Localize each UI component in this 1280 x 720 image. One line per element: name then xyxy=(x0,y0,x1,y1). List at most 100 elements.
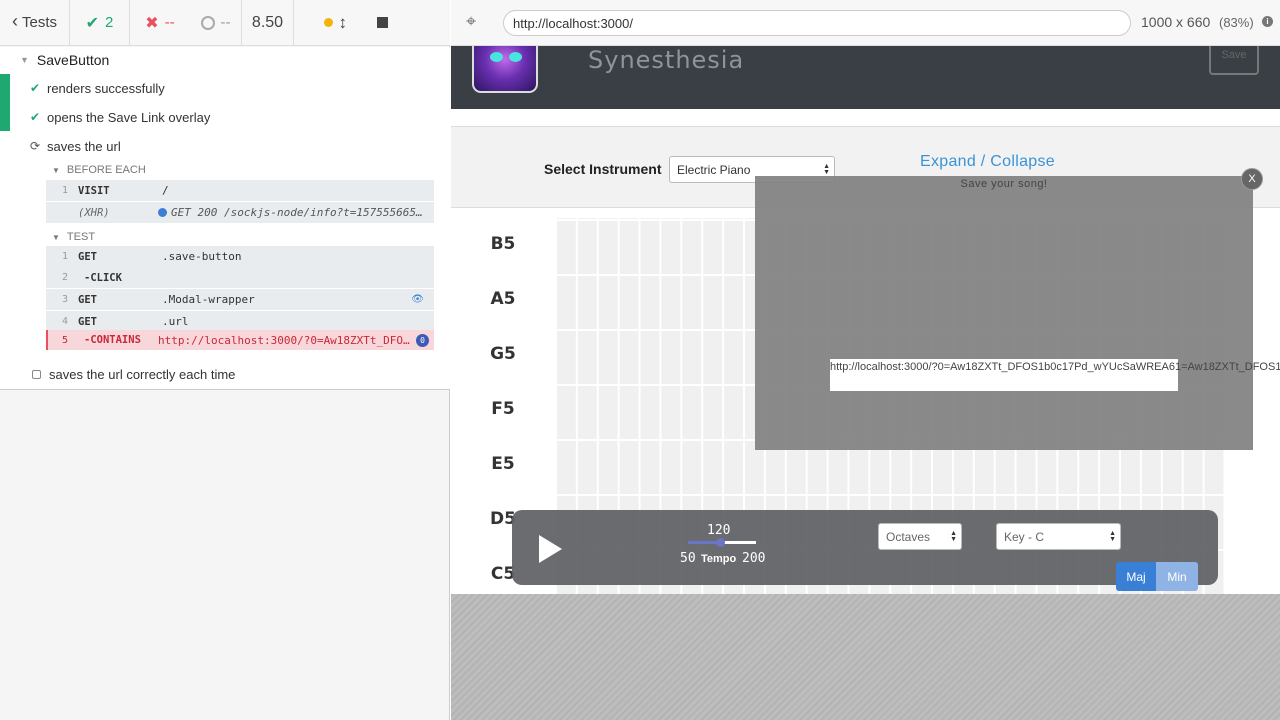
play-button[interactable] xyxy=(539,535,562,563)
x-icon: ✖ xyxy=(145,14,159,32)
command-row[interactable]: 3 GET .Modal-wrapper 👁 xyxy=(46,289,434,310)
command-name: (XHR) xyxy=(78,206,110,219)
save-button-label: Save xyxy=(1221,48,1247,61)
expand-collapse-link[interactable]: Expand / Collapse xyxy=(920,153,1055,171)
url-text: http://localhost:3000/ xyxy=(513,15,633,31)
note-label: A5 xyxy=(490,289,516,309)
test-title: renders successfully xyxy=(47,80,165,96)
select-arrows-icon: ▲ ▼ xyxy=(823,162,830,176)
command-number: 4 xyxy=(61,316,68,327)
instrument-select-value: Electric Piano xyxy=(677,162,751,177)
command-name: -CLICK xyxy=(84,271,122,284)
test-item[interactable]: ✔ renders successfully xyxy=(30,79,165,97)
passed-count: 2 xyxy=(105,14,114,31)
refresh-icon: ⟳ xyxy=(30,139,41,153)
command-row-xhr[interactable]: (XHR) GET 200 /sockjs-node/info?t=157555… xyxy=(46,202,434,223)
note-label: F5 xyxy=(491,399,515,419)
major-toggle[interactable]: Maj xyxy=(1116,562,1156,591)
select-arrows-icon: ▲ ▼ xyxy=(950,529,957,543)
back-label: Tests xyxy=(21,14,57,31)
tempo-slider-thumb[interactable] xyxy=(715,538,725,547)
caret-down-icon: ▼ xyxy=(52,232,60,242)
command-name: -CONTAINS xyxy=(84,334,141,346)
tempo-slider[interactable] xyxy=(688,538,756,547)
passed-stats[interactable]: ✔ 2 xyxy=(70,0,130,46)
test-title: opens the Save Link overlay xyxy=(47,109,211,125)
test-item-pending[interactable]: saves the url correctly each time xyxy=(32,365,235,383)
test-body-hook[interactable]: ▼ TEST xyxy=(52,230,95,244)
app-header: Synesthesia Save xyxy=(451,46,1280,109)
note-label: B5 xyxy=(490,234,516,254)
command-row[interactable]: 4 GET .url xyxy=(46,311,434,332)
close-icon: X xyxy=(1248,173,1256,185)
selector-playground-icon[interactable]: ⌖ xyxy=(466,11,476,32)
command-number: 1 xyxy=(61,185,68,196)
before-each-hook[interactable]: ▼ BEFORE EACH xyxy=(52,163,146,177)
caret-down-icon: ▼ xyxy=(52,165,60,175)
url[interactable]: http://localhost:3000/?0=Aw18ZXTt_DFOS1b… xyxy=(830,359,1280,391)
minor-toggle-label: Min xyxy=(1167,569,1187,584)
test-title: saves the url correctly each time xyxy=(49,366,236,382)
chevron-left-icon: ‹ xyxy=(11,11,18,31)
suite-title-label: SaveButton xyxy=(36,52,110,68)
save-modal: Save your song! X http://localhost:3000/… xyxy=(755,168,1280,450)
check-icon: ✔ xyxy=(30,81,41,95)
test-title: saves the url xyxy=(47,138,121,154)
minor-toggle[interactable]: Min xyxy=(1156,562,1198,591)
command-number: 1 xyxy=(61,251,68,262)
test-item-running[interactable]: ⟳ saves the url xyxy=(30,137,121,155)
command-row-failed[interactable]: 5 -CONTAINS http://localhost:3000/?0=Aw1… xyxy=(46,330,434,350)
command-message: .url xyxy=(162,315,189,328)
info-icon[interactable]: i xyxy=(1262,16,1273,27)
note-label: E5 xyxy=(491,454,515,474)
command-number: 2 xyxy=(61,272,68,283)
check-icon: ✔ xyxy=(85,14,100,32)
back-to-tests-button[interactable]: ‹ Tests xyxy=(0,0,70,46)
xhr-dot-icon xyxy=(158,208,167,217)
running-dot-icon xyxy=(323,18,333,27)
pending-stats[interactable]: -- xyxy=(190,0,242,46)
app-logo xyxy=(472,46,538,93)
runner-header: ‹ Tests ✔ 2 ✖ -- -- 8.50 ↕ xyxy=(0,0,450,46)
match-count-badge: 0 xyxy=(416,333,429,347)
command-message: / xyxy=(162,184,169,197)
tempo-label: Tempo xyxy=(701,553,737,565)
modal-title: Save your song! xyxy=(960,178,1048,190)
passed-indicator xyxy=(0,74,10,131)
tempo-min: 50 xyxy=(680,551,696,566)
url-bar: ⌖ http://localhost:3000/ 1000 x 660 (83%… xyxy=(451,0,1280,46)
url-display[interactable]: http://localhost:3000/ xyxy=(503,10,1131,36)
key-select-value: Key - C xyxy=(1004,529,1045,544)
eye-slash-icon: 👁 xyxy=(411,294,424,305)
note-label: G5 xyxy=(490,344,516,364)
command-name: GET xyxy=(78,315,97,328)
scroll-toggle-icon[interactable]: ↕ xyxy=(339,13,348,33)
command-name: VISIT xyxy=(78,184,110,197)
failed-count: -- xyxy=(164,14,175,31)
playback-controls: 120 50 Tempo 200 Octaves ▲ ▼ Key - C ▲ ▼ M… xyxy=(512,510,1218,591)
command-message: .save-button xyxy=(162,250,242,263)
test-runner-panel: ‹ Tests ✔ 2 ✖ -- -- 8.50 ↕ ▼ SaveButton … xyxy=(0,0,450,720)
major-toggle-label: Maj xyxy=(1126,569,1146,584)
command-message: .Modal-wrapper xyxy=(162,293,255,306)
modal-close-button[interactable]: X xyxy=(1241,168,1263,190)
command-message: http://localhost:3000/?0=Aw18ZXTt_DFOS1b… xyxy=(158,333,416,347)
command-row[interactable]: 1 VISIT / xyxy=(46,180,434,201)
circle-pending-icon xyxy=(200,15,215,30)
stop-button[interactable] xyxy=(377,17,388,28)
failed-stats[interactable]: ✖ -- xyxy=(130,0,190,46)
test-item[interactable]: ✔ opens the Save Link overlay xyxy=(30,108,210,126)
select-instrument-label: Select Instrument xyxy=(544,161,662,177)
command-row[interactable]: 2 -CLICK xyxy=(46,267,434,288)
pending-count: -- xyxy=(220,14,231,31)
duration: 8.50 xyxy=(242,0,294,46)
tempo-value: 120 xyxy=(707,523,731,538)
command-row[interactable]: 1 GET .save-button xyxy=(46,246,434,267)
check-icon: ✔ xyxy=(30,110,41,124)
header-controls: ↕ xyxy=(294,0,394,46)
save-button[interactable]: Save xyxy=(1209,46,1259,75)
suite-title[interactable]: ▼ SaveButton xyxy=(20,51,109,69)
octaves-select[interactable]: Octaves ▲ ▼ xyxy=(878,523,962,550)
key-select[interactable]: Key - C ▲ ▼ xyxy=(996,523,1121,550)
command-message: GET 200 /sockjs-node/info?t=1575556654… xyxy=(171,206,430,219)
